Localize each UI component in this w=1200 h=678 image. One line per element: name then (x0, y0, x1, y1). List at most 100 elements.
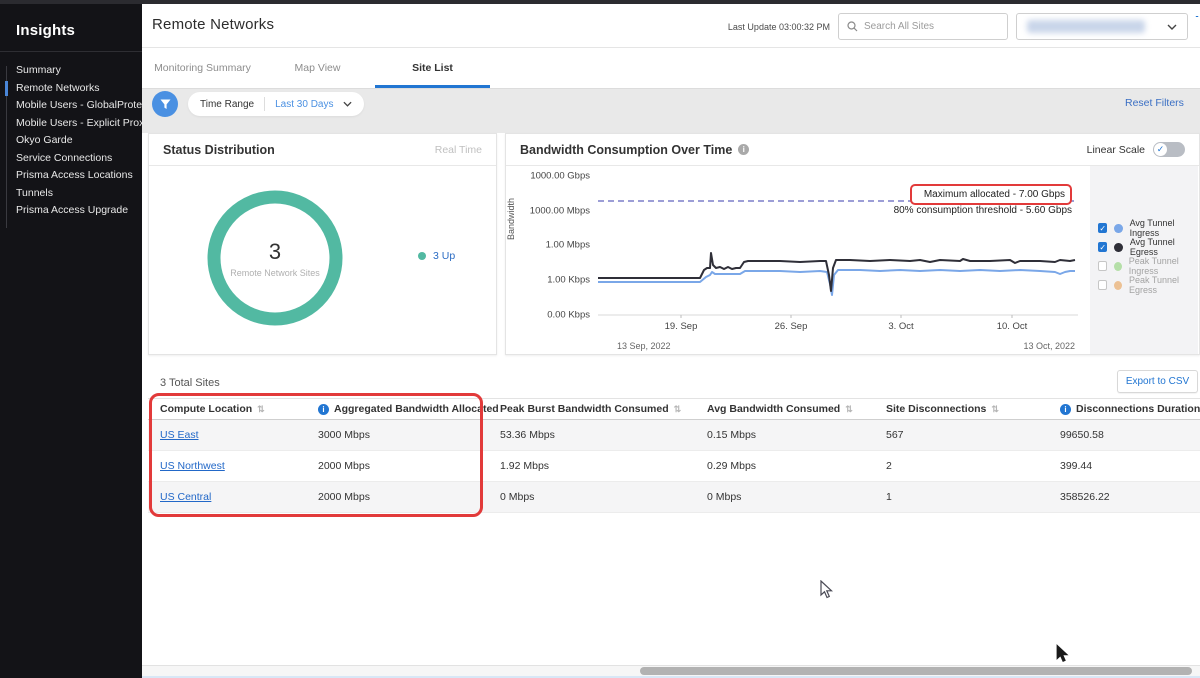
column-label: Aggregated Bandwidth Allocated (334, 403, 499, 415)
legend-item-avg-tunnel-ingress: ✓ Avg Tunnel Ingress (1098, 218, 1200, 238)
column-header-disconnections-duration[interactable]: i Disconnections Duration (1060, 403, 1200, 415)
mouse-cursor-outline (820, 580, 834, 600)
column-label: Disconnections Duration (1076, 403, 1200, 415)
chart-end-date: 13 Oct, 2022 (985, 341, 1075, 351)
tab-map-view[interactable]: Map View (260, 48, 375, 88)
cell-disconnections-duration: 99650.58 (1060, 429, 1200, 441)
site-link-us-northwest[interactable]: US Northwest (160, 460, 225, 472)
time-range-filter[interactable]: Time Range Last 30 Days (188, 92, 364, 116)
horizontal-scrollbar-thumb[interactable] (640, 667, 1192, 675)
status-up-dot (418, 252, 426, 260)
sidebar-item-prisma-access-upgrade[interactable]: Prisma Access Upgrade (0, 202, 142, 220)
sidebar-item-summary[interactable]: Summary (0, 62, 142, 80)
sort-icon[interactable]: ⇅ (991, 404, 999, 415)
column-header-avg-bandwidth-consumed[interactable]: Avg Bandwidth Consumed ⇅ (707, 403, 886, 415)
sites-table: Compute Location⇅iAggregated Bandwidth A… (148, 398, 1200, 513)
status-card-realtime-label: Real Time (435, 144, 482, 156)
sidebar: Insights SummaryRemote NetworksMobile Us… (0, 4, 142, 678)
y-axis-title: Bandwidth (506, 198, 516, 240)
account-dropdown[interactable] (1016, 13, 1188, 40)
sidebar-item-mobile-users-explicit-proxy[interactable]: Mobile Users - Explicit Proxy (0, 115, 142, 133)
sidebar-item-prisma-access-locations[interactable]: Prisma Access Locations (0, 167, 142, 185)
sidebar-item-remote-networks[interactable]: Remote Networks (0, 80, 142, 98)
max-allocated-text: Maximum allocated - 7.00 Gbps (924, 189, 1065, 200)
site-count: 3 (269, 239, 281, 265)
sort-icon[interactable]: ⇅ (257, 404, 265, 415)
series-lines (598, 253, 1075, 295)
legend-label: Avg Tunnel Ingress (1130, 218, 1200, 238)
cell-peak-burst-bandwidth-consumed: 53.36 Mbps (500, 429, 707, 441)
sidebar-item-service-connections[interactable]: Service Connections (0, 150, 142, 168)
column-label: Avg Bandwidth Consumed (707, 403, 840, 415)
info-icon[interactable]: i (1060, 404, 1071, 415)
legend-checkbox-peak-tunnel-ingress[interactable] (1098, 261, 1107, 271)
x-tick: 10. Oct (982, 321, 1042, 332)
x-tick: 19. Sep (651, 321, 711, 332)
bandwidth-card-header: Bandwidth Consumption Over Time i Linear… (506, 134, 1199, 166)
tab-bar: Monitoring SummaryMap ViewSite List (142, 48, 1200, 88)
status-legend-item[interactable]: 3 Up (418, 250, 455, 262)
cell-peak-burst-bandwidth-consumed: 0 Mbps (500, 491, 707, 503)
max-allocated-annotation: Maximum allocated - 7.00 Gbps (910, 184, 1072, 205)
cell-aggregated-bandwidth-allocated: 3000 Mbps (318, 429, 500, 441)
search-input[interactable]: Search All Sites (838, 13, 1008, 40)
info-icon[interactable]: i (318, 404, 329, 415)
site-link-us-east[interactable]: US East (160, 429, 199, 441)
legend-checkbox-avg-tunnel-egress[interactable]: ✓ (1098, 242, 1107, 252)
column-label: Site Disconnections (886, 403, 986, 415)
account-name-redacted (1027, 20, 1145, 33)
chevron-down-icon (343, 101, 352, 107)
export-csv-button[interactable]: Export to CSV (1117, 370, 1198, 393)
funnel-icon (160, 99, 171, 110)
y-tick: 1.00 Kbps (506, 275, 590, 286)
legend-item-peak-tunnel-ingress: Peak Tunnel Ingress (1098, 256, 1200, 276)
legend-label: Peak Tunnel Ingress (1129, 256, 1200, 276)
time-range-value[interactable]: Last 30 Days (275, 99, 333, 110)
refresh-icon[interactable] (1193, 16, 1200, 32)
sort-icon[interactable]: ⇅ (674, 404, 682, 415)
sidebar-nav: SummaryRemote NetworksMobile Users - Glo… (0, 62, 142, 220)
app-window: Insights SummaryRemote NetworksMobile Us… (0, 0, 1200, 678)
legend-checkbox-peak-tunnel-egress[interactable] (1098, 280, 1107, 290)
cell-disconnections-duration: 399.44 (1060, 460, 1200, 472)
table-row-us-central: US Central2000 Mbps0 Mbps0 Mbps1358526.2… (148, 482, 1200, 513)
column-header-peak-burst-bandwidth-consumed[interactable]: Peak Burst Bandwidth Consumed⇅ (500, 403, 707, 415)
legend-color-dot (1114, 262, 1122, 271)
column-header-site-disconnections[interactable]: Site Disconnections ⇅ (886, 403, 1060, 415)
y-tick: 1000.00 Gbps (506, 171, 590, 182)
bandwidth-card-title-text: Bandwidth Consumption Over Time (520, 143, 732, 157)
site-link-us-central[interactable]: US Central (160, 491, 211, 503)
status-donut-center: 3 Remote Network Sites (207, 190, 343, 326)
search-icon (847, 21, 858, 32)
column-header-compute-location[interactable]: Compute Location⇅ (160, 403, 318, 415)
page-title: Remote Networks (152, 16, 274, 33)
tab-monitoring-summary[interactable]: Monitoring Summary (145, 48, 260, 88)
legend-item-avg-tunnel-egress: ✓ Avg Tunnel Egress (1098, 237, 1200, 257)
sidebar-divider (0, 51, 142, 52)
sort-icon[interactable]: ⇅ (845, 404, 853, 415)
search-placeholder: Search All Sites (864, 21, 934, 32)
sidebar-item-tunnels[interactable]: Tunnels (0, 185, 142, 203)
legend-label: Avg Tunnel Egress (1130, 237, 1200, 257)
sidebar-item-okyo-garde[interactable]: Okyo Garde (0, 132, 142, 150)
series-line-avg-tunnel-ingress (598, 270, 1075, 295)
column-header-aggregated-bandwidth-allocated[interactable]: i Aggregated Bandwidth Allocated (318, 403, 500, 415)
table-header-row: Compute Location⇅iAggregated Bandwidth A… (148, 398, 1200, 420)
linear-scale-toggle[interactable]: ✓ (1153, 142, 1185, 157)
info-icon[interactable]: i (738, 144, 749, 155)
site-count-label: Remote Network Sites (230, 268, 320, 278)
cell-compute-location: US Central (160, 491, 318, 503)
y-tick: 1000.00 Mbps (506, 206, 590, 217)
cell-avg-bandwidth-consumed: 0.15 Mbps (707, 429, 886, 441)
sidebar-item-mobile-users-globalprotect[interactable]: Mobile Users - GlobalProtect (0, 97, 142, 115)
cell-peak-burst-bandwidth-consumed: 1.92 Mbps (500, 460, 707, 472)
chart-start-date: 13 Sep, 2022 (617, 341, 671, 351)
legend-item-peak-tunnel-egress: Peak Tunnel Egress (1098, 275, 1200, 295)
legend-checkbox-avg-tunnel-ingress[interactable]: ✓ (1098, 223, 1107, 233)
tab-site-list[interactable]: Site List (375, 48, 490, 88)
reset-filters-link[interactable]: Reset Filters (1125, 97, 1200, 109)
table-row-us-east: US East3000 Mbps53.36 Mbps0.15 Mbps56799… (148, 420, 1200, 451)
cell-aggregated-bandwidth-allocated: 2000 Mbps (318, 491, 500, 503)
filter-button[interactable] (152, 91, 178, 117)
status-up-label: 3 Up (433, 250, 455, 262)
